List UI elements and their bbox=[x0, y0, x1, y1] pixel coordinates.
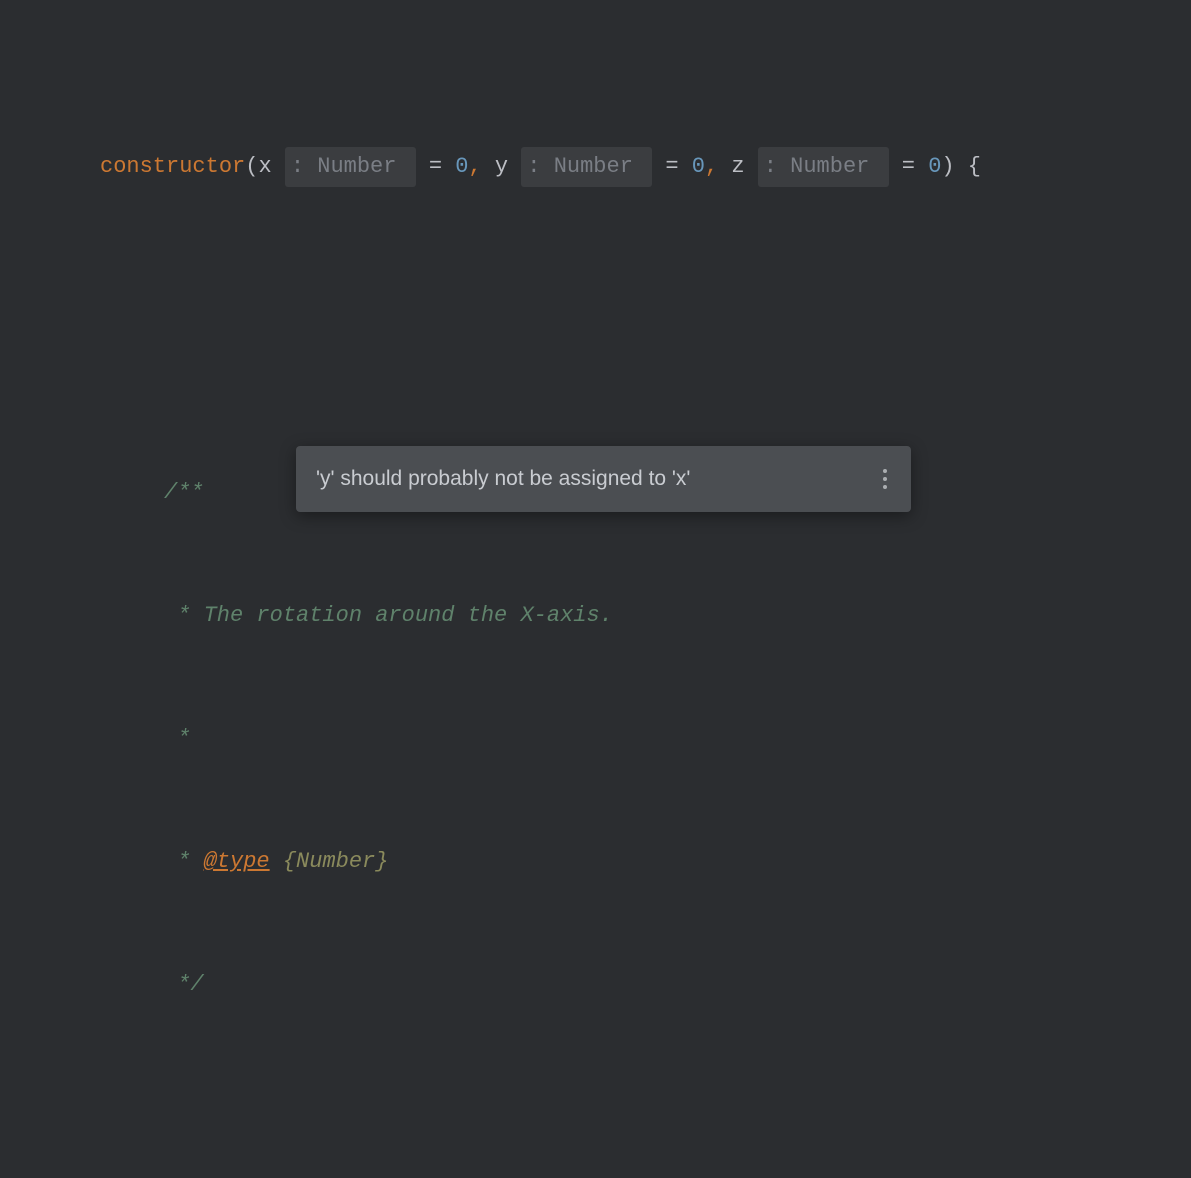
param-y: y bbox=[495, 147, 508, 187]
paren-close: ) bbox=[941, 147, 954, 187]
code-line[interactable]: * @type {Number} bbox=[0, 840, 1191, 884]
code-line[interactable]: */ bbox=[0, 963, 1191, 1007]
jsdoc-close: */ bbox=[164, 965, 204, 1005]
default-value: 0 bbox=[455, 147, 468, 187]
brace-open: { bbox=[955, 147, 981, 187]
param-x: x bbox=[258, 147, 271, 187]
default-value: 0 bbox=[692, 147, 705, 187]
type-hint: : Number bbox=[758, 147, 889, 187]
jsdoc-text: * The rotation around the X-axis. bbox=[164, 596, 613, 636]
jsdoc-open: /** bbox=[164, 473, 204, 513]
jsdoc-tag: @type bbox=[204, 842, 270, 882]
blank-line[interactable] bbox=[0, 1126, 1191, 1170]
equals: = bbox=[665, 147, 691, 187]
keyword-constructor: constructor bbox=[100, 147, 245, 187]
more-actions-icon[interactable] bbox=[879, 465, 891, 493]
comma: , bbox=[468, 147, 494, 187]
param-z: z bbox=[731, 147, 744, 187]
equals: = bbox=[902, 147, 928, 187]
comma: , bbox=[705, 147, 731, 187]
jsdoc-prefix: * bbox=[164, 842, 204, 882]
code-editor[interactable]: constructor(x : Number = 0, y : Number =… bbox=[0, 26, 1191, 1178]
code-line[interactable]: constructor(x : Number = 0, y : Number =… bbox=[0, 145, 1191, 189]
jsdoc-text: * bbox=[164, 719, 190, 759]
default-value: 0 bbox=[928, 147, 941, 187]
code-line[interactable]: * bbox=[0, 717, 1191, 761]
code-line[interactable]: * The rotation around the X-axis. bbox=[0, 594, 1191, 638]
type-hint: : Number bbox=[521, 147, 652, 187]
type-hint: : Number bbox=[285, 147, 416, 187]
paren-open: ( bbox=[245, 147, 258, 187]
jsdoc-type: {Number} bbox=[270, 842, 389, 882]
inspection-tooltip[interactable]: 'y' should probably not be assigned to '… bbox=[296, 446, 911, 512]
blank-line[interactable] bbox=[0, 308, 1191, 352]
tooltip-message: 'y' should probably not be assigned to '… bbox=[316, 460, 690, 498]
equals: = bbox=[429, 147, 455, 187]
